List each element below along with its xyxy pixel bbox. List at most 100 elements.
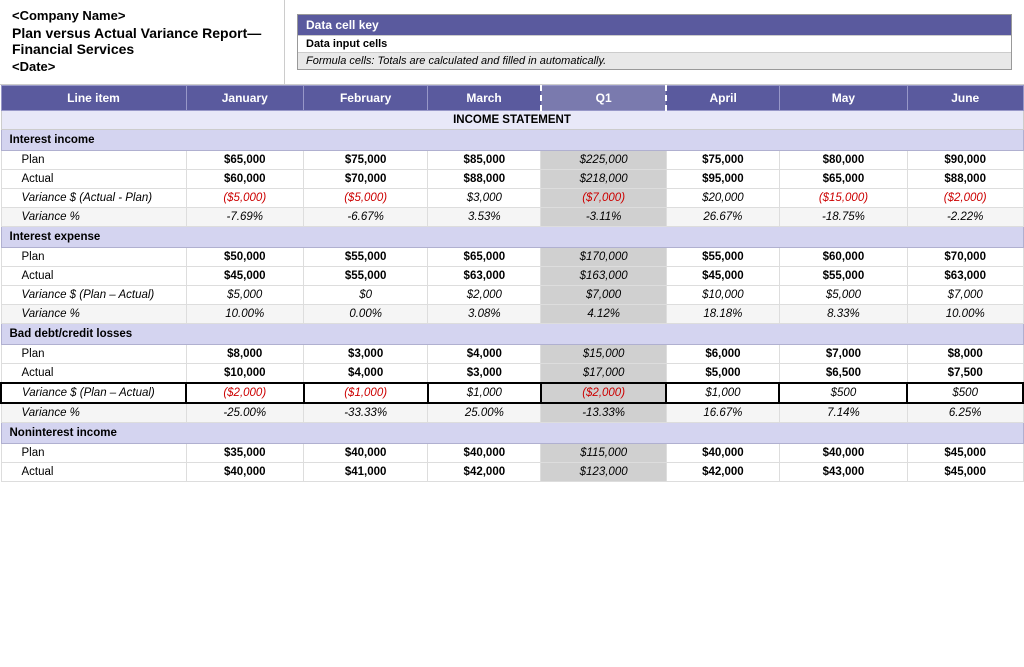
ii-vp-jan: -7.69% bbox=[186, 208, 304, 227]
ii-actual-jan: $60,000 bbox=[186, 170, 304, 189]
ii-actual-feb: $70,000 bbox=[304, 170, 428, 189]
ie-actual-may: $55,000 bbox=[779, 267, 907, 286]
col-header-may: May bbox=[779, 86, 907, 111]
ii-vd-jun: ($2,000) bbox=[907, 189, 1023, 208]
ie-vd-feb: $0 bbox=[304, 286, 428, 305]
key-formula-label: Formula cells: Totals are calculated and… bbox=[298, 52, 1011, 69]
ie-vp-jun: 10.00% bbox=[907, 305, 1023, 324]
noninterest-income-section: Noninterest income bbox=[1, 423, 1023, 444]
bd-vd-jan: ($2,000) bbox=[186, 383, 304, 403]
interest-expense-label: Interest expense bbox=[1, 227, 1023, 248]
ie-plan-feb: $55,000 bbox=[304, 248, 428, 267]
ie-plan-mar: $65,000 bbox=[428, 248, 541, 267]
bd-plan-apr: $6,000 bbox=[666, 345, 779, 364]
col-header-line-item: Line item bbox=[1, 86, 186, 111]
variance-dollar-selected-label: Variance $ (Plan – Actual) bbox=[1, 383, 186, 403]
ie-actual-mar: $63,000 bbox=[428, 267, 541, 286]
ii-vd-q1: ($7,000) bbox=[541, 189, 666, 208]
key-input-label: Data input cells bbox=[298, 35, 1011, 52]
bd-plan-mar: $4,000 bbox=[428, 345, 541, 364]
ii-actual-mar: $88,000 bbox=[428, 170, 541, 189]
bd-actual-jan: $10,000 bbox=[186, 364, 304, 384]
variance-dollar-label: Variance $ (Actual - Plan) bbox=[1, 189, 186, 208]
data-cell-key: Data cell key Data input cells Formula c… bbox=[297, 14, 1012, 70]
income-statement-label: INCOME STATEMENT bbox=[1, 111, 1023, 130]
interest-expense-variance-dollar: Variance $ (Plan – Actual) $5,000 $0 $2,… bbox=[1, 286, 1023, 305]
bd-vp-feb: -33.33% bbox=[304, 403, 428, 423]
actual-label: Actual bbox=[1, 463, 186, 482]
ni-plan-jun: $45,000 bbox=[907, 444, 1023, 463]
ii-vp-jun: -2.22% bbox=[907, 208, 1023, 227]
bd-vp-q1: -13.33% bbox=[541, 403, 666, 423]
ie-actual-jun: $63,000 bbox=[907, 267, 1023, 286]
bd-vd-feb: ($1,000) bbox=[304, 383, 428, 403]
ie-vd-jun: $7,000 bbox=[907, 286, 1023, 305]
ii-vp-may: -18.75% bbox=[779, 208, 907, 227]
bd-actual-jun: $7,500 bbox=[907, 364, 1023, 384]
bd-vd-apr: $1,000 bbox=[666, 383, 779, 403]
plan-label: Plan bbox=[1, 151, 186, 170]
variance-pct-label: Variance % bbox=[1, 305, 186, 324]
bd-plan-jun: $8,000 bbox=[907, 345, 1023, 364]
bd-vd-jun: $500 bbox=[907, 383, 1023, 403]
col-header-february: February bbox=[304, 86, 428, 111]
ni-actual-may: $43,000 bbox=[779, 463, 907, 482]
ii-plan-may: $80,000 bbox=[779, 151, 907, 170]
ie-vp-may: 8.33% bbox=[779, 305, 907, 324]
bad-debt-variance-pct: Variance % -25.00% -33.33% 25.00% -13.33… bbox=[1, 403, 1023, 423]
ii-plan-feb: $75,000 bbox=[304, 151, 428, 170]
ni-plan-mar: $40,000 bbox=[428, 444, 541, 463]
noninterest-income-actual: Actual $40,000 $41,000 $42,000 $123,000 … bbox=[1, 463, 1023, 482]
col-header-q1: Q1 bbox=[541, 86, 666, 111]
bd-vp-jun: 6.25% bbox=[907, 403, 1023, 423]
bd-vd-mar: $1,000 bbox=[428, 383, 541, 403]
report-date: <Date> bbox=[12, 59, 272, 74]
ie-vd-may: $5,000 bbox=[779, 286, 907, 305]
ie-vd-jan: $5,000 bbox=[186, 286, 304, 305]
bd-vd-q1: ($2,000) bbox=[541, 383, 666, 403]
ii-actual-apr: $95,000 bbox=[666, 170, 779, 189]
bad-debt-actual: Actual $10,000 $4,000 $3,000 $17,000 $5,… bbox=[1, 364, 1023, 384]
ie-vp-jan: 10.00% bbox=[186, 305, 304, 324]
header-section: <Company Name> Plan versus Actual Varian… bbox=[0, 0, 1024, 85]
variance-dollar-label: Variance $ (Plan – Actual) bbox=[1, 286, 186, 305]
interest-income-label: Interest income bbox=[1, 130, 1023, 151]
ii-actual-may: $65,000 bbox=[779, 170, 907, 189]
ie-actual-feb: $55,000 bbox=[304, 267, 428, 286]
ii-plan-mar: $85,000 bbox=[428, 151, 541, 170]
col-header-january: January bbox=[186, 86, 304, 111]
ii-vp-mar: 3.53% bbox=[428, 208, 541, 227]
ni-plan-apr: $40,000 bbox=[666, 444, 779, 463]
ie-plan-apr: $55,000 bbox=[666, 248, 779, 267]
noninterest-income-label: Noninterest income bbox=[1, 423, 1023, 444]
interest-income-section: Interest income bbox=[1, 130, 1023, 151]
ii-actual-jun: $88,000 bbox=[907, 170, 1023, 189]
ii-plan-apr: $75,000 bbox=[666, 151, 779, 170]
bd-vp-may: 7.14% bbox=[779, 403, 907, 423]
key-area: Data cell key Data input cells Formula c… bbox=[285, 0, 1024, 84]
bd-vp-jan: -25.00% bbox=[186, 403, 304, 423]
income-statement-header: INCOME STATEMENT bbox=[1, 111, 1023, 130]
ni-plan-q1: $115,000 bbox=[541, 444, 666, 463]
bd-plan-q1: $15,000 bbox=[541, 345, 666, 364]
ii-vp-q1: -3.11% bbox=[541, 208, 666, 227]
ie-vd-q1: $7,000 bbox=[541, 286, 666, 305]
interest-expense-plan: Plan $50,000 $55,000 $65,000 $170,000 $5… bbox=[1, 248, 1023, 267]
ie-vd-mar: $2,000 bbox=[428, 286, 541, 305]
ie-plan-may: $60,000 bbox=[779, 248, 907, 267]
actual-label: Actual bbox=[1, 267, 186, 286]
ni-plan-may: $40,000 bbox=[779, 444, 907, 463]
ni-actual-mar: $42,000 bbox=[428, 463, 541, 482]
ie-vp-apr: 18.18% bbox=[666, 305, 779, 324]
bd-vd-may: $500 bbox=[779, 383, 907, 403]
bd-plan-may: $7,000 bbox=[779, 345, 907, 364]
col-header-april: April bbox=[666, 86, 779, 111]
interest-expense-section: Interest expense bbox=[1, 227, 1023, 248]
interest-income-variance-dollar: Variance $ (Actual - Plan) ($5,000) ($5,… bbox=[1, 189, 1023, 208]
ie-actual-jan: $45,000 bbox=[186, 267, 304, 286]
bd-actual-apr: $5,000 bbox=[666, 364, 779, 384]
bad-debt-plan: Plan $8,000 $3,000 $4,000 $15,000 $6,000… bbox=[1, 345, 1023, 364]
page: <Company Name> Plan versus Actual Varian… bbox=[0, 0, 1024, 667]
ie-plan-jan: $50,000 bbox=[186, 248, 304, 267]
ni-plan-jan: $35,000 bbox=[186, 444, 304, 463]
